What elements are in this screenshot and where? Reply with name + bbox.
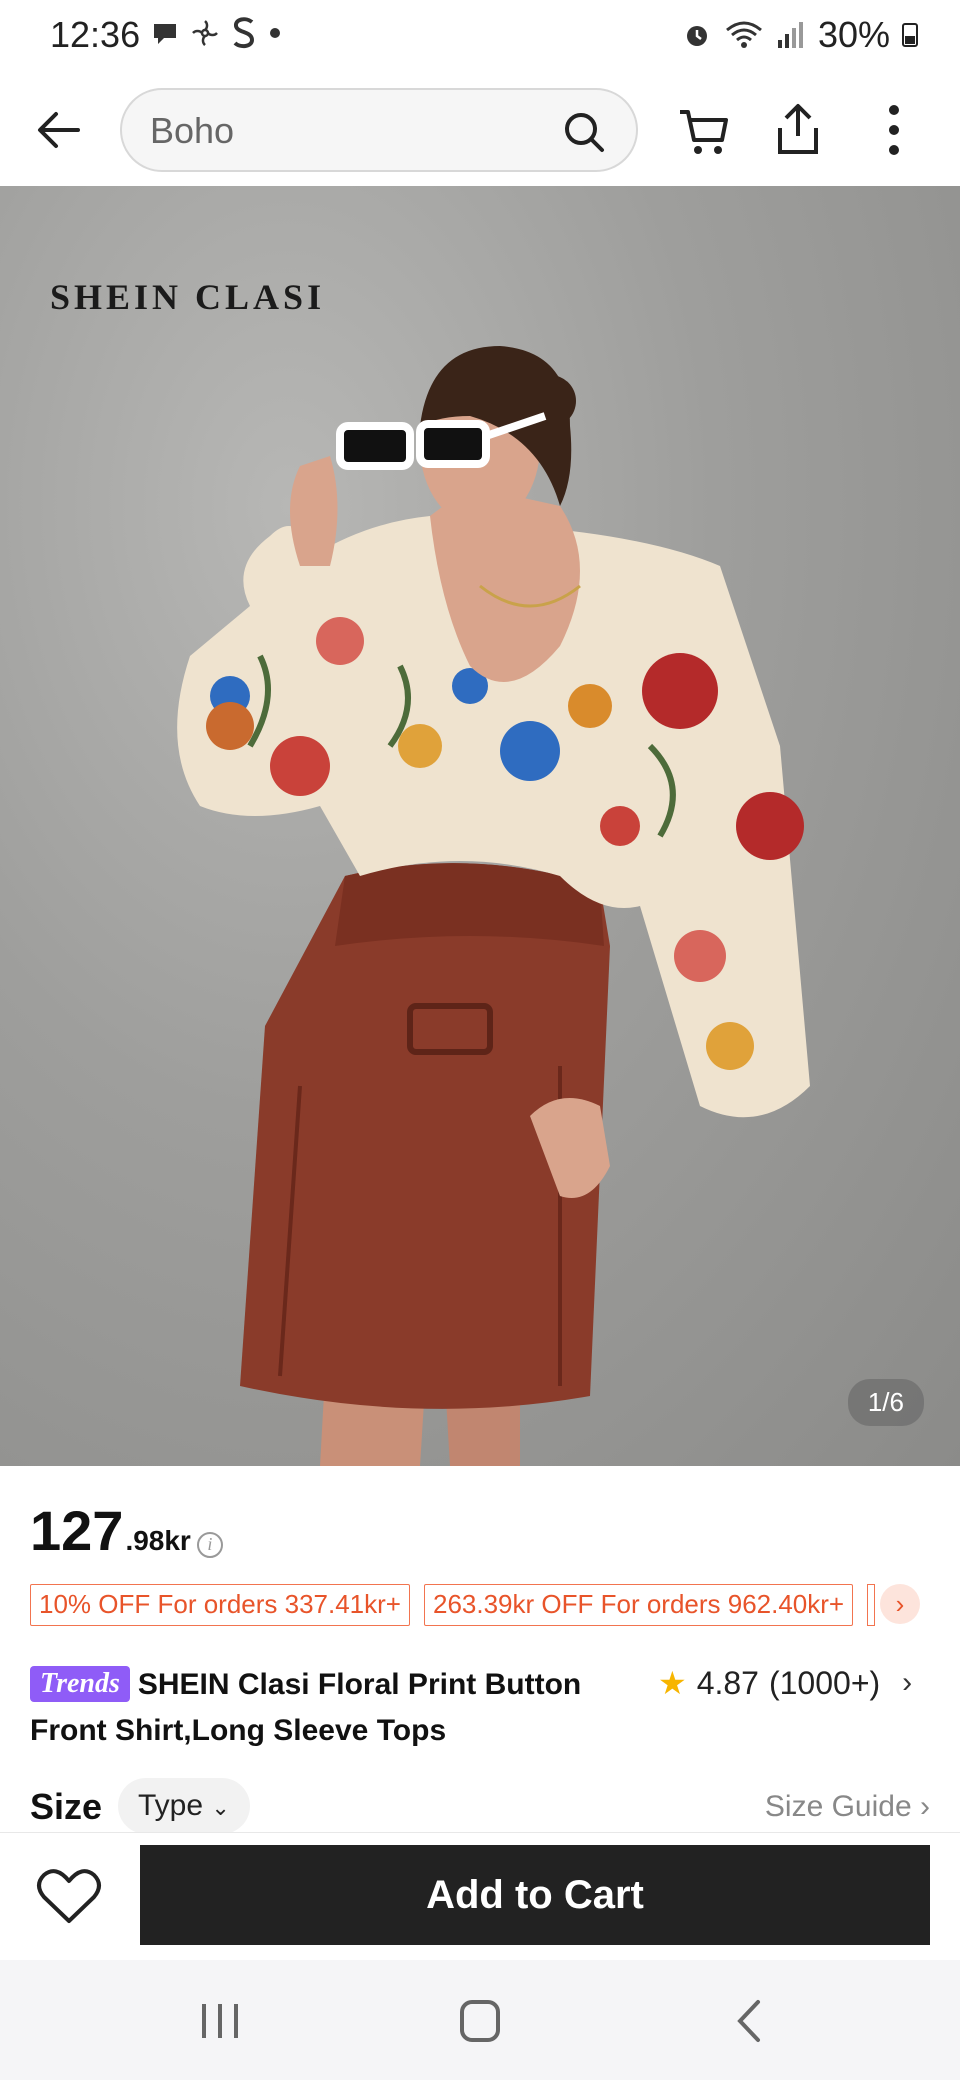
wifi-icon [725, 21, 762, 48]
size-guide-link[interactable]: Size Guide › [765, 1790, 930, 1824]
info-icon[interactable]: i [196, 1531, 223, 1558]
price-integer: 127 [30, 1499, 124, 1562]
system-back-icon[interactable] [720, 1996, 780, 2046]
price: 127 .98kr i [30, 1498, 223, 1563]
search-bar[interactable] [120, 88, 638, 172]
pinwheel-icon [192, 20, 218, 46]
system-nav-bar [0, 1960, 960, 2080]
rating-summary[interactable]: ★ 4.87 (1000+) › [658, 1664, 912, 1702]
trends-badge: Trends [30, 1666, 130, 1702]
more-vertical-icon[interactable] [866, 100, 922, 160]
s-app-icon [233, 17, 255, 49]
search-icon[interactable] [562, 110, 606, 154]
dot-icon [270, 28, 280, 38]
signal-icon [777, 22, 803, 48]
add-to-cart-button[interactable]: Add to Cart [140, 1845, 930, 1945]
coupon-tag[interactable]: 10% OFF For orders 337.41kr+ [30, 1584, 410, 1626]
chevron-right-icon[interactable]: › [902, 1666, 912, 1700]
product-title-block: Trends SHEIN Clasi Floral Print Button Fr… [30, 1662, 630, 1754]
coupon-tag[interactable]: 263.39kr OFF For orders 962.40kr+ [423, 1584, 854, 1626]
size-label: Size [30, 1786, 103, 1827]
chevron-down-icon: ⌄ [211, 1795, 230, 1820]
brand-watermark: SHEIN CLASI [50, 277, 326, 317]
search-input[interactable] [150, 104, 550, 158]
product-photo [177, 346, 811, 1466]
bottom-action-bar: Add to Cart [0, 1832, 960, 1960]
battery-percent: 30% [817, 14, 890, 55]
star-icon: ★ [658, 1665, 687, 1701]
battery-icon [902, 23, 918, 47]
size-guide-label: Size Guide [764, 1790, 912, 1823]
status-bar: 12:36 30% [0, 0, 960, 74]
coupon-strip[interactable]: 10% OFF For orders 337.41kr+ 263.39kr OF… [30, 1584, 930, 1626]
heart-icon[interactable] [36, 1867, 102, 1927]
alarm-icon [686, 26, 707, 46]
size-row: Size Type ⌄ Size Guide › [30, 1778, 930, 1834]
recent-apps-icon[interactable] [190, 1996, 250, 2046]
image-counter: 1/6 [847, 1379, 924, 1426]
share-icon[interactable] [770, 100, 826, 160]
cart-icon[interactable] [676, 100, 732, 160]
chevron-right-icon[interactable]: › [880, 1584, 920, 1624]
chat-icon [154, 24, 176, 44]
coupon-tag-partial [867, 1584, 876, 1626]
type-dropdown[interactable]: Type ⌄ [118, 1778, 250, 1834]
rating-value: 4.87 [696, 1664, 759, 1701]
home-icon[interactable] [450, 1996, 510, 2046]
notification-icons [150, 16, 282, 50]
price-decimal: .98kr [125, 1525, 191, 1556]
top-bar [0, 74, 960, 186]
type-label: Type [138, 1789, 204, 1822]
product-image-carousel[interactable]: SHEIN CLASI 1/6 [0, 186, 960, 1466]
chevron-right-icon: › [920, 1790, 930, 1823]
status-time: 12:36 [50, 14, 141, 55]
status-right: 30% [682, 14, 918, 56]
rating-count: (1000+) [768, 1664, 881, 1701]
back-arrow-icon[interactable] [30, 100, 90, 160]
